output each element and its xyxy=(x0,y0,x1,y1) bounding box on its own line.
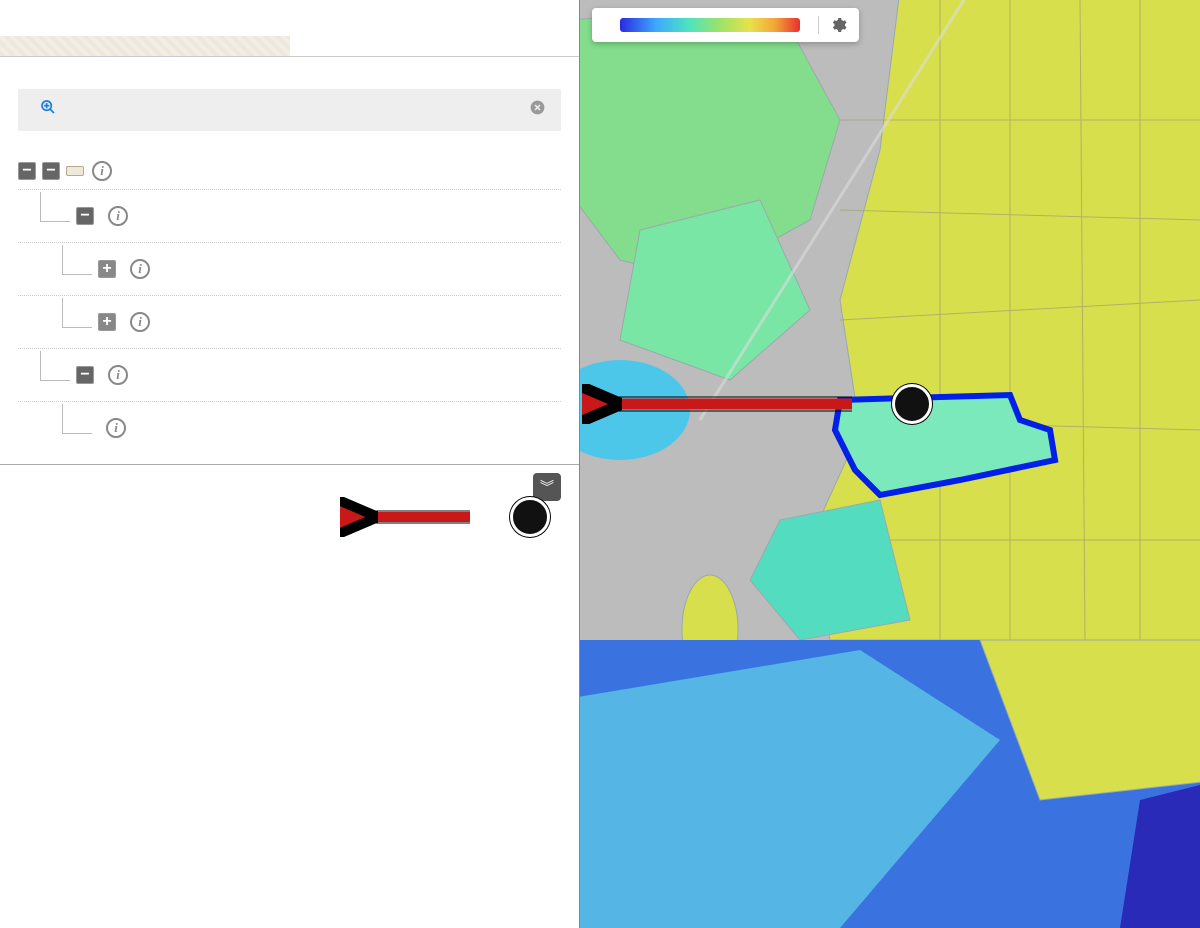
expand-icon[interactable]: + xyxy=(98,313,116,331)
arrow-icon xyxy=(340,497,510,537)
zoom-icon xyxy=(40,99,56,115)
unselect-link[interactable] xyxy=(530,100,549,115)
info-icon[interactable]: i xyxy=(108,365,128,385)
gear-icon[interactable] xyxy=(829,16,847,34)
info-icon[interactable]: i xyxy=(130,312,150,332)
collapse-root-icon[interactable]: − xyxy=(18,162,36,180)
selected-area-panel xyxy=(18,89,561,131)
close-icon xyxy=(530,100,545,115)
node-root[interactable] xyxy=(66,166,84,176)
map[interactable] xyxy=(580,0,1200,928)
arrow-icon xyxy=(582,384,892,424)
model-tree: − − i − i + i + xyxy=(0,153,579,464)
info-icon[interactable]: i xyxy=(106,418,126,438)
tab-bar xyxy=(0,36,579,57)
info-icon[interactable]: i xyxy=(108,206,128,226)
collapse-icon[interactable]: − xyxy=(76,366,94,384)
callout-badge-1 xyxy=(892,384,932,424)
tab-overview[interactable] xyxy=(0,36,290,56)
expand-icon[interactable]: + xyxy=(98,260,116,278)
info-icon[interactable]: i xyxy=(92,161,112,181)
model-node-heading xyxy=(0,131,579,153)
info-icon[interactable]: i xyxy=(130,259,150,279)
callout-badge-2 xyxy=(510,497,550,537)
map-legend xyxy=(592,8,859,42)
tab-explore[interactable] xyxy=(290,36,580,56)
collapse-root2-icon[interactable]: − xyxy=(42,162,60,180)
collapse-icon[interactable]: − xyxy=(76,207,94,225)
zoom-to-link[interactable] xyxy=(40,99,60,115)
legend-gradient xyxy=(620,18,800,32)
